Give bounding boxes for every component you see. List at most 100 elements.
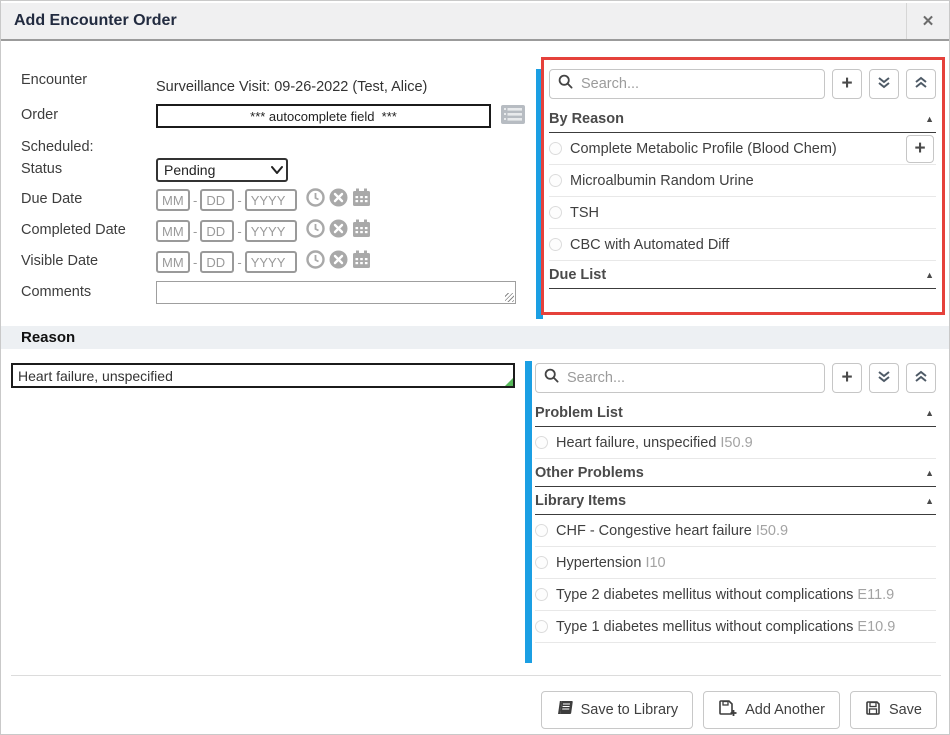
order-input[interactable] — [156, 104, 491, 128]
reason-input-wrap — [11, 363, 515, 388]
save-label: Save — [889, 702, 922, 718]
comments-textarea[interactable] — [157, 282, 515, 303]
close-icon[interactable]: ✕ — [907, 3, 949, 39]
collapse-icon: ▲ — [925, 270, 936, 280]
status-select[interactable]: Pending — [156, 158, 288, 182]
reason-input[interactable] — [11, 363, 515, 388]
clock-icon[interactable] — [306, 250, 325, 274]
reason-list-item[interactable]: CHF - Congestive heart failureI50.9 — [535, 515, 936, 547]
radio-icon[interactable] — [549, 206, 562, 219]
footer-divider — [11, 675, 941, 676]
double-chevron-down-icon — [877, 76, 891, 93]
save-plus-icon — [718, 700, 737, 721]
order-list-item[interactable]: TSH — [549, 197, 936, 229]
order-list-item[interactable]: Microalbumin Random Urine — [549, 165, 936, 197]
section-title: Other Problems — [535, 465, 644, 481]
reason-collapse-all-button[interactable] — [906, 363, 936, 393]
radio-icon[interactable] — [535, 436, 548, 449]
save-to-library-button[interactable]: Save to Library — [541, 691, 694, 729]
reason-panel-accent-bar — [525, 361, 532, 663]
reason-expand-all-button[interactable] — [869, 363, 899, 393]
reason-list-item[interactable]: HypertensionI10 — [535, 547, 936, 579]
completed-date-label: Completed Date — [21, 219, 156, 238]
due-date-dd-input[interactable] — [200, 189, 234, 211]
plus-icon: + — [914, 139, 925, 158]
search-icon — [544, 368, 559, 388]
reason-list-item[interactable]: Heart failure, unspecifiedI50.9 — [535, 427, 936, 459]
list-icon — [500, 104, 526, 128]
double-chevron-up-icon — [914, 76, 928, 93]
section-header-by-reason[interactable]: By Reason ▲ — [549, 105, 936, 133]
book-icon — [556, 700, 573, 720]
section-header-other-problems[interactable]: Other Problems ▲ — [535, 459, 936, 487]
due-date-row: Due Date - - — [21, 188, 371, 212]
radio-icon[interactable] — [549, 174, 562, 187]
calendar-icon[interactable] — [352, 219, 371, 243]
due-date-mm-input[interactable] — [156, 189, 190, 211]
status-row: Status Pending — [21, 158, 288, 182]
clock-icon[interactable] — [306, 219, 325, 243]
add-another-button[interactable]: Add Another — [703, 691, 840, 729]
reason-add-button[interactable]: + — [832, 363, 862, 393]
order-label: Order — [21, 104, 156, 123]
reason-list-item[interactable]: Type 2 diabetes mellitus without complic… — [535, 579, 936, 611]
radio-icon[interactable] — [535, 588, 548, 601]
order-collapse-all-button[interactable] — [906, 69, 936, 99]
order-expand-all-button[interactable] — [869, 69, 899, 99]
comments-label: Comments — [21, 281, 156, 300]
visible-date-mm-input[interactable] — [156, 251, 190, 273]
reason-header-label: Reason — [1, 329, 75, 346]
encounter-row: Encounter Surveillance Visit: 09-26-2022… — [21, 69, 427, 95]
completed-date-dd-input[interactable] — [200, 220, 234, 242]
visible-date-dd-input[interactable] — [200, 251, 234, 273]
date-dash: - — [237, 255, 241, 270]
order-row: Order — [21, 104, 527, 128]
row-add-button[interactable]: + — [906, 135, 934, 163]
radio-icon[interactable] — [549, 142, 562, 155]
valid-indicator-icon — [505, 378, 513, 386]
order-add-button[interactable]: + — [832, 69, 862, 99]
double-chevron-up-icon — [914, 370, 928, 387]
order-panel-accent-bar — [536, 69, 543, 319]
clear-date-icon[interactable] — [329, 219, 348, 243]
plus-icon: + — [841, 74, 852, 93]
order-search-box[interactable] — [549, 69, 825, 99]
completed-date-yyyy-input[interactable] — [245, 220, 297, 242]
section-header-due-list[interactable]: Due List ▲ — [549, 261, 936, 289]
save-icon — [865, 700, 881, 720]
clear-date-icon[interactable] — [329, 250, 348, 274]
completed-date-row: Completed Date - - — [21, 219, 371, 243]
save-button[interactable]: Save — [850, 691, 937, 729]
reason-search-input[interactable] — [565, 369, 816, 387]
reason-list-item[interactable]: Type 1 diabetes mellitus without complic… — [535, 611, 936, 643]
reason-search-box[interactable] — [535, 363, 825, 393]
reason-item-label: Type 1 diabetes mellitus without complic… — [556, 619, 895, 635]
radio-icon[interactable] — [549, 238, 562, 251]
diagnosis-code: I10 — [645, 555, 665, 571]
collapse-icon: ▲ — [925, 496, 936, 506]
collapse-icon: ▲ — [925, 408, 936, 418]
order-list-item[interactable]: Complete Metabolic Profile (Blood Chem) … — [549, 133, 936, 165]
order-search-panel: + By Reason ▲ Complete Metabolic Profile… — [549, 69, 936, 289]
order-search-input[interactable] — [579, 75, 816, 93]
date-dash: - — [193, 193, 197, 208]
encounter-label: Encounter — [21, 69, 156, 88]
radio-icon[interactable] — [535, 620, 548, 633]
calendar-icon[interactable] — [352, 250, 371, 274]
clear-date-icon[interactable] — [329, 188, 348, 212]
clock-icon[interactable] — [306, 188, 325, 212]
section-header-library-items[interactable]: Library Items ▲ — [535, 487, 936, 515]
completed-date-mm-input[interactable] — [156, 220, 190, 242]
section-header-problem-list[interactable]: Problem List ▲ — [535, 399, 936, 427]
section-title: Due List — [549, 267, 606, 283]
calendar-icon[interactable] — [352, 188, 371, 212]
resize-handle-icon[interactable] — [505, 293, 514, 302]
order-list-picker-button[interactable] — [499, 104, 527, 128]
due-date-yyyy-input[interactable] — [245, 189, 297, 211]
radio-icon[interactable] — [535, 524, 548, 537]
radio-icon[interactable] — [535, 556, 548, 569]
date-dash: - — [237, 224, 241, 239]
double-chevron-down-icon — [877, 370, 891, 387]
order-list-item[interactable]: CBC with Automated Diff — [549, 229, 936, 261]
visible-date-yyyy-input[interactable] — [245, 251, 297, 273]
